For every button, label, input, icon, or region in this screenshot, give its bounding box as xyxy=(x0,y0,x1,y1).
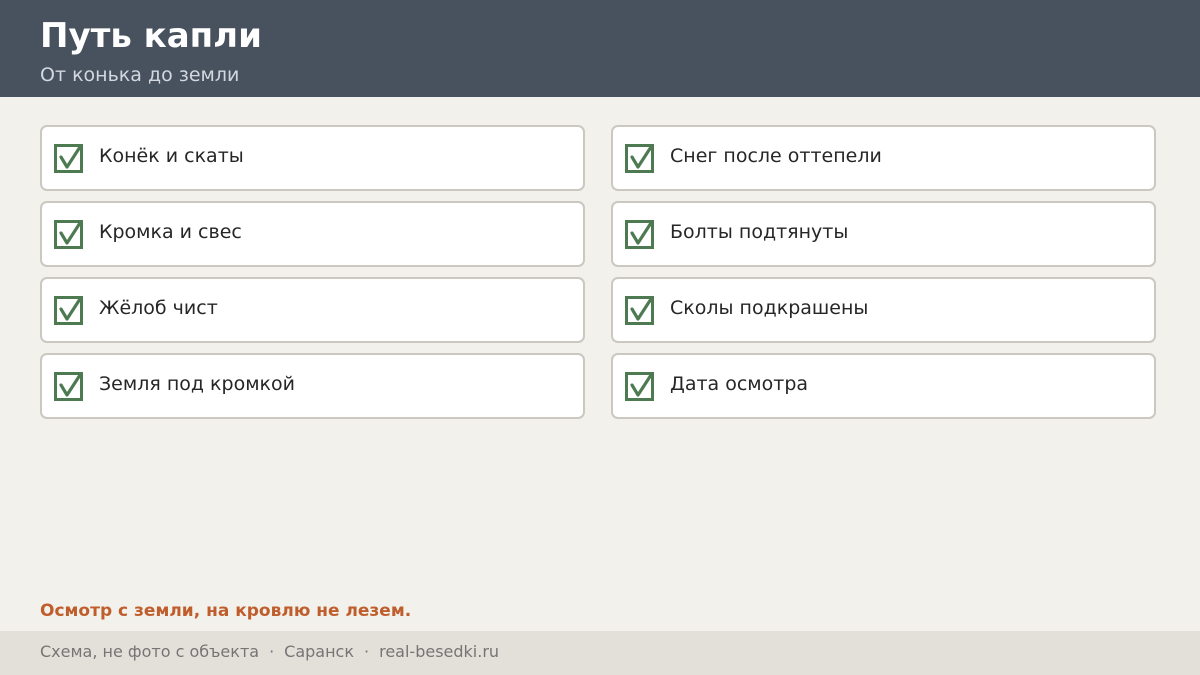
checkbox-checked-icon[interactable] xyxy=(54,144,83,173)
checklist-item-label: Снег после оттепели xyxy=(670,145,882,167)
checkbox-checked-icon[interactable] xyxy=(625,296,654,325)
checklist-item-label: Дата осмотра xyxy=(670,373,809,395)
page-subtitle: От конька до земли xyxy=(40,64,240,86)
footer-note: Схема, не фото с объекта xyxy=(40,642,260,661)
checklist-item-chips-painted[interactable]: Сколы подкрашены xyxy=(611,277,1156,343)
header: Путь капли От конька до земли xyxy=(0,0,1200,97)
footer-separator: · xyxy=(269,642,275,661)
checkbox-checked-icon[interactable] xyxy=(54,372,83,401)
footer-city: Саранск xyxy=(284,642,355,661)
footer-site: real-besedki.ru xyxy=(379,642,500,661)
checklist-item-label: Конёк и скаты xyxy=(99,145,244,167)
checklist-item-label: Земля под кромкой xyxy=(99,373,295,395)
checklist-item-ground-under-edge[interactable]: Земля под кромкой xyxy=(40,353,585,419)
footer-text: Схема, не фото с объекта · Саранск · real-be… xyxy=(40,641,499,663)
footer: Схема, не фото с объекта · Саранск · real-be… xyxy=(0,631,1200,675)
footer-separator: · xyxy=(364,642,370,661)
checklist-item-label: Болты подтянуты xyxy=(670,221,849,243)
checklist: Конёк и скаты Снег после оттепели Кромка… xyxy=(40,125,1156,419)
checkbox-checked-icon[interactable] xyxy=(625,220,654,249)
checklist-item-inspection-date[interactable]: Дата осмотра xyxy=(611,353,1156,419)
checklist-item-label: Кромка и свес xyxy=(99,221,242,243)
safety-warning: Осмотр с земли, на кровлю не лезем. xyxy=(40,601,412,621)
page-title: Путь капли xyxy=(40,16,262,56)
checklist-item-label: Жёлоб чист xyxy=(99,297,218,319)
checklist-item-snow-after-thaw[interactable]: Снег после оттепели xyxy=(611,125,1156,191)
checklist-item-gutter-clean[interactable]: Жёлоб чист xyxy=(40,277,585,343)
checklist-item-edge-eaves[interactable]: Кромка и свес xyxy=(40,201,585,267)
checkbox-checked-icon[interactable] xyxy=(54,220,83,249)
checklist-item-label: Сколы подкрашены xyxy=(670,297,869,319)
checklist-item-bolts-tightened[interactable]: Болты подтянуты xyxy=(611,201,1156,267)
checklist-item-ridge-slopes[interactable]: Конёк и скаты xyxy=(40,125,585,191)
checkbox-checked-icon[interactable] xyxy=(625,372,654,401)
checkbox-checked-icon[interactable] xyxy=(625,144,654,173)
checkbox-checked-icon[interactable] xyxy=(54,296,83,325)
